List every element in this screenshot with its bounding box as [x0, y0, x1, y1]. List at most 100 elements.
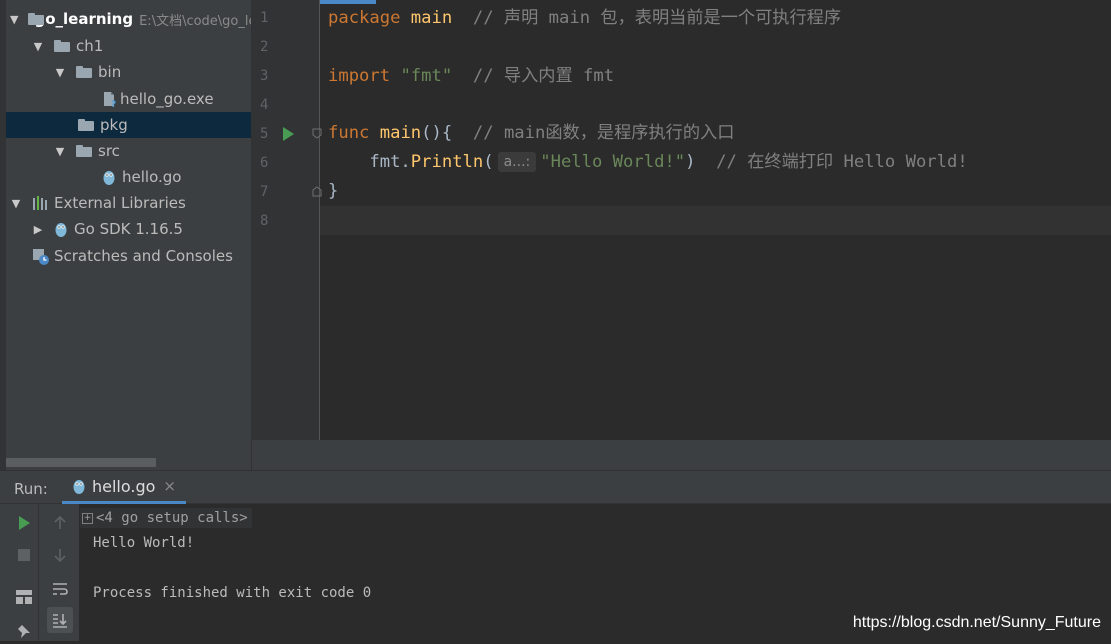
keyword: package [328, 8, 401, 28]
tree-item-go-sdk[interactable]: ▶ Go SDK 1.16.5 [6, 216, 251, 242]
tree-item-label: hello_go.exe [120, 90, 214, 108]
console-line-exit: Process finished with exit code 0 [93, 585, 372, 601]
tree-item-label: Go SDK 1.16.5 [74, 220, 183, 238]
line-number: 4 [260, 97, 269, 113]
scratches-icon [33, 248, 49, 265]
layout-button[interactable] [11, 584, 37, 610]
current-line-highlight [320, 206, 1111, 235]
code-line-5: func main(){ // main函数，是程序执行的入口 [328, 119, 734, 148]
comment: // 在终端打印 Hello World! [695, 152, 968, 172]
punctuation: (){ [421, 123, 453, 143]
code-editor[interactable]: 1 2 3 4 5 6 7 8 package main // 声明 main … [252, 0, 1111, 470]
stop-icon [18, 549, 30, 561]
tree-item-external-libraries[interactable]: ▼ External Libraries [6, 190, 251, 216]
line-number: 6 [260, 155, 269, 171]
tree-item-ch1[interactable]: ▼ ch1 [6, 33, 251, 59]
comment: // 导入内置 fmt [452, 66, 615, 86]
folder-icon [76, 66, 92, 78]
tree-item-label: src [98, 142, 120, 160]
keyword: func [328, 123, 370, 143]
play-icon [19, 516, 30, 530]
chevron-down-icon[interactable]: ▼ [32, 40, 44, 53]
scroll-to-end-icon [53, 614, 67, 628]
toolbar-divider [38, 504, 39, 641]
chevron-down-icon[interactable]: ▼ [10, 13, 18, 26]
go-file-icon [103, 170, 115, 185]
string-literal: "Hello World!" [540, 152, 686, 172]
punctuation: ( [483, 152, 494, 172]
tree-item-bin[interactable]: ▼ bin [6, 59, 251, 85]
line-number: 1 [260, 10, 269, 26]
fold-start-icon[interactable] [312, 128, 322, 139]
folder-icon [78, 119, 94, 131]
arrow-down-icon [54, 549, 66, 562]
closing-brace: } [328, 181, 339, 201]
string-literal: "fmt" [390, 66, 453, 86]
line-number: 8 [260, 213, 269, 229]
run-panel: Run: hello.go × + <4 go setup calls> Hel… [0, 470, 1111, 641]
soft-wrap-icon [53, 583, 68, 595]
expand-icon[interactable]: + [82, 512, 93, 524]
arrow-up-icon [54, 516, 66, 529]
horizontal-scrollbar[interactable] [6, 458, 156, 467]
fold-end-icon[interactable] [312, 186, 322, 197]
folder-icon [76, 145, 92, 157]
soft-wrap-button[interactable] [47, 576, 73, 602]
code-line-6: fmt.Println(a...: "Hello World!") // 在终端打… [328, 148, 968, 177]
libraries-icon [33, 196, 47, 210]
console-output[interactable]: + <4 go setup calls> Hello World! Proces… [80, 504, 1111, 641]
parameter-hint: a...: [497, 152, 537, 172]
rerun-button[interactable] [11, 510, 37, 536]
pin-button[interactable] [11, 618, 37, 644]
code-line-3: import "fmt" // 导入内置 fmt [328, 62, 614, 91]
chevron-down-icon[interactable]: ▼ [54, 66, 66, 79]
tree-item-label: External Libraries [54, 194, 186, 212]
line-number: 5 [260, 126, 269, 142]
pin-icon [18, 625, 30, 638]
chevron-down-icon[interactable]: ▼ [54, 145, 66, 158]
svg-text:?: ? [111, 100, 116, 108]
line-number: 7 [260, 184, 269, 200]
go-file-icon [73, 479, 85, 494]
scroll-up-button[interactable] [47, 510, 73, 536]
folder-icon [54, 40, 70, 52]
line-number: 3 [260, 68, 269, 84]
tree-root-go-learning[interactable]: ▼ go_learning E:\文档\code\go_learning [6, 6, 251, 32]
project-panel: ▼ go_learning E:\文档\code\go_learning ▼ c… [0, 0, 252, 470]
editor-gutter[interactable]: 1 2 3 4 5 6 7 8 [252, 0, 322, 440]
tree-item-label: ch1 [76, 37, 104, 55]
scroll-down-button[interactable] [47, 542, 73, 568]
close-icon[interactable]: × [163, 477, 176, 495]
scroll-to-end-button[interactable] [47, 607, 73, 633]
tree-item-scratches[interactable]: Scratches and Consoles [6, 243, 251, 269]
go-sdk-icon [55, 222, 67, 237]
function-call: Println [410, 152, 484, 172]
layout-icon [16, 590, 32, 604]
tree-item-hello-go[interactable]: hello.go [6, 164, 251, 190]
unknown-file-icon: ? [104, 91, 116, 108]
comment: // main函数，是程序执行的入口 [452, 123, 735, 143]
package-name: main [400, 8, 453, 28]
punctuation: ) [685, 152, 696, 172]
tree-item-label: Scratches and Consoles [54, 247, 233, 265]
console-line-output: Hello World! [93, 535, 195, 551]
code-line-1: package main // 声明 main 包，表明当前是一个可执行程序 [328, 4, 841, 33]
tree-item-src[interactable]: ▼ src [6, 138, 251, 164]
tree-item-label: pkg [100, 116, 128, 134]
run-label: Run: [14, 480, 48, 498]
stop-button[interactable] [11, 542, 37, 568]
setup-calls-fold[interactable]: + <4 go setup calls> [80, 508, 252, 528]
project-name: go_learning [34, 10, 134, 28]
run-gutter-icon[interactable] [283, 127, 294, 141]
run-tab-hello-go[interactable]: hello.go × [62, 471, 186, 504]
chevron-right-icon[interactable]: ▶ [32, 223, 44, 236]
tree-item-pkg[interactable]: pkg [6, 112, 251, 138]
tree-item-hello-go-exe[interactable]: ? hello_go.exe [6, 86, 251, 112]
run-toolbar [0, 504, 79, 641]
editor-footer [252, 440, 1111, 470]
watermark: https://blog.csdn.net/Sunny_Future [852, 614, 1101, 631]
chevron-down-icon[interactable]: ▼ [10, 197, 22, 210]
code-line-7: } [328, 177, 338, 206]
run-tab-label: hello.go [92, 476, 156, 496]
function-name: main [369, 123, 422, 143]
